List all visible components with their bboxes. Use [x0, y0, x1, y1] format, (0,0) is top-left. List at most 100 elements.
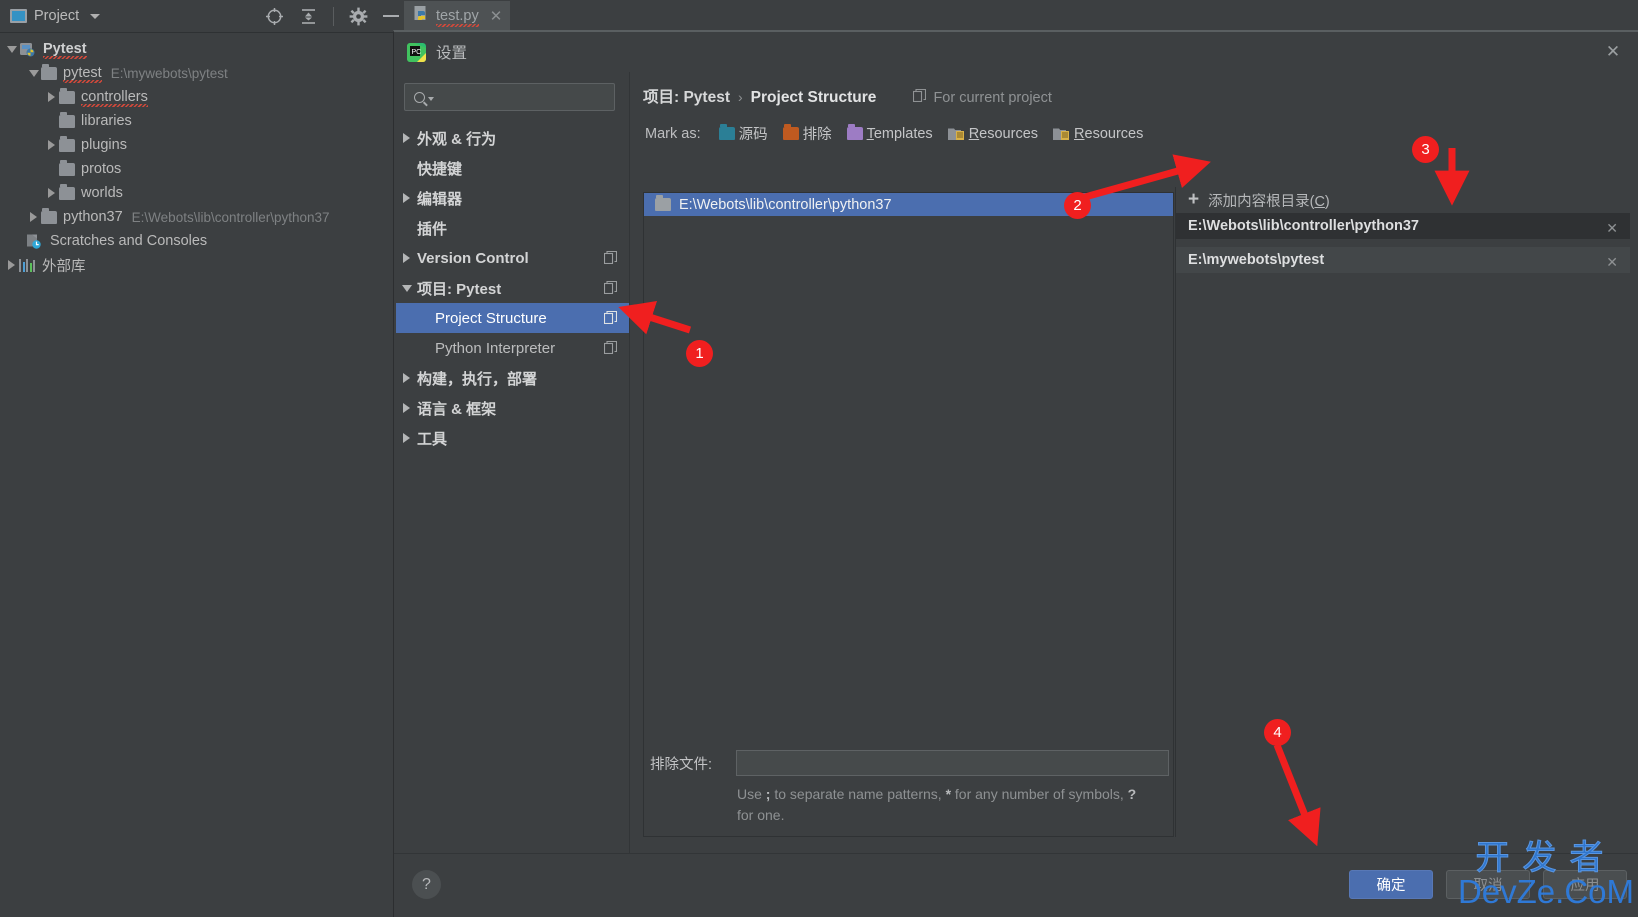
nav-item-label: 工具: [417, 430, 448, 448]
chevron-right-icon[interactable]: [396, 373, 417, 383]
external-libraries-icon: [19, 258, 35, 272]
chevron-right-icon[interactable]: [396, 193, 417, 203]
tree-row-worlds[interactable]: worlds: [0, 181, 393, 205]
tree-row-label: protos: [81, 161, 122, 177]
nav-item-project-pytest[interactable]: 项目: Pytest: [396, 273, 629, 303]
settings-gear-icon[interactable]: [349, 7, 368, 26]
project-panel-label: Project: [34, 8, 80, 24]
folder-resources-icon: [947, 127, 965, 141]
tree-row-libraries[interactable]: libraries: [0, 109, 393, 133]
chevron-down-icon[interactable]: [26, 69, 41, 77]
tree-row-protos[interactable]: protos: [0, 157, 393, 181]
chevron-right-icon[interactable]: [4, 260, 19, 270]
close-icon[interactable]: ✕: [1606, 220, 1618, 237]
add-content-root-label: 添加内容根目录(C): [1208, 193, 1330, 210]
content-roots-tree-panel[interactable]: E:\Webots\lib\controller\python37 排除文件: …: [643, 192, 1174, 837]
chevron-down-icon[interactable]: [90, 13, 101, 19]
folder-icon: [59, 135, 75, 152]
nav-item-project-structure[interactable]: Project Structure: [396, 303, 629, 333]
tree-row-pytest-folder[interactable]: pytest E:\mywebots\pytest: [0, 61, 393, 85]
annotation-badge-2: 2: [1064, 192, 1091, 219]
chevron-right-icon[interactable]: [396, 403, 417, 413]
mark-as-item-label: Templates: [866, 125, 933, 142]
toolbar-divider: [333, 6, 335, 26]
tree-row-scratches-and-consoles[interactable]: Scratches and Consoles: [0, 229, 393, 253]
breadcrumb-parent[interactable]: 项目: Pytest: [643, 85, 730, 107]
hint-text-1: Use: [737, 786, 766, 802]
settings-nav-list: 外观 & 行为 快捷键 编辑器 插件 Version Control 项目: P…: [396, 123, 629, 453]
mark-as-templates-button[interactable]: Templates: [846, 124, 933, 142]
tree-row-pytest-project[interactable]: Pytest: [0, 37, 393, 61]
project-tree[interactable]: Pytest pytest E:\mywebots\pytest control…: [0, 33, 393, 917]
tree-row-label: libraries: [81, 113, 132, 129]
tree-row-plugins[interactable]: plugins: [0, 133, 393, 157]
add-content-root-button[interactable]: + 添加内容根目录(C): [1176, 187, 1630, 213]
locate-target-icon[interactable]: [265, 7, 284, 26]
folder-icon: [59, 159, 75, 176]
chevron-right-icon[interactable]: [396, 133, 417, 143]
mark-as-item-label: Resources: [968, 125, 1039, 142]
project-panel-icon: [10, 9, 27, 23]
content-root-list-gap: [1176, 239, 1630, 247]
tree-row-external-libraries[interactable]: 外部库: [0, 253, 393, 277]
help-icon[interactable]: ?: [412, 870, 441, 899]
editor-tab-test-py[interactable]: test.py ✕: [404, 1, 511, 32]
mark-as-excluded-button[interactable]: 排除: [782, 123, 832, 144]
mark-as-resources-button[interactable]: Resources: [947, 125, 1039, 142]
minimize-icon[interactable]: [383, 15, 400, 17]
nav-item-plugins[interactable]: 插件: [396, 213, 629, 243]
chevron-down-icon[interactable]: [4, 45, 19, 53]
folder-resources-icon: [1053, 127, 1070, 141]
chevron-right-icon[interactable]: [396, 433, 417, 443]
close-icon[interactable]: ✕: [1605, 43, 1621, 60]
breadcrumb-separator: ›: [738, 89, 743, 105]
nav-item-label: 构建，执行，部署: [417, 370, 538, 388]
tree-row-python37[interactable]: python37 E:\Webots\lib\controller\python…: [0, 205, 393, 229]
nav-item-build-execution-deployment[interactable]: 构建，执行，部署: [396, 363, 629, 393]
project-panel-header[interactable]: Project: [0, 8, 101, 24]
mark-as-source-button[interactable]: 源码: [718, 123, 768, 144]
content-root-list-item-label: E:\mywebots\pytest: [1188, 252, 1325, 268]
close-icon[interactable]: ✕: [490, 7, 503, 25]
chevron-right-icon[interactable]: [44, 188, 59, 198]
python-file-icon: [413, 5, 430, 27]
mark-as-resources-button-2[interactable]: Resources: [1053, 126, 1143, 142]
tree-row-controllers[interactable]: controllers: [0, 85, 393, 109]
collapse-all-icon[interactable]: [299, 7, 318, 26]
settings-search-input[interactable]: [404, 83, 615, 111]
chevron-right-icon[interactable]: [44, 140, 59, 150]
hint-text-2: to separate name patterns,: [770, 786, 946, 802]
nav-item-version-control[interactable]: Version Control: [396, 243, 629, 273]
content-root-list-item-label: E:\Webots\lib\controller\python37: [1188, 218, 1419, 234]
tree-row-label: worlds: [81, 185, 123, 201]
tree-row-label: Pytest: [43, 41, 87, 59]
nav-item-keymap[interactable]: 快捷键: [396, 153, 629, 183]
chevron-down-icon[interactable]: [396, 284, 417, 292]
exclude-files-label: 排除文件:: [650, 756, 713, 773]
ok-button[interactable]: 确定: [1349, 870, 1433, 899]
nav-item-languages-frameworks[interactable]: 语言 & 框架: [396, 393, 629, 423]
tree-row-label: pytest: [63, 65, 102, 83]
content-root-list-item[interactable]: E:\Webots\lib\controller\python37 ✕: [1176, 213, 1630, 239]
nav-item-label: 外观 & 行为: [417, 130, 497, 148]
nav-item-editor[interactable]: 编辑器: [396, 183, 629, 213]
chevron-right-icon[interactable]: [26, 212, 41, 222]
nav-item-appearance-behavior[interactable]: 外观 & 行为: [396, 123, 629, 153]
watermark: 开发者 DevZe.CoM: [1458, 830, 1634, 911]
settings-nav: 外观 & 行为 快捷键 编辑器 插件 Version Control 项目: P…: [396, 72, 630, 853]
folder-icon: [41, 207, 57, 224]
chevron-right-icon[interactable]: [396, 253, 417, 263]
nav-item-python-interpreter[interactable]: Python Interpreter: [396, 333, 629, 363]
tree-row-path: E:\Webots\lib\controller\python37: [131, 209, 330, 225]
tree-row-label: plugins: [81, 137, 127, 153]
exclude-files-input[interactable]: [736, 750, 1169, 776]
folder-icon: [59, 111, 75, 128]
scope-label: For current project: [933, 90, 1052, 106]
nav-item-tools[interactable]: 工具: [396, 423, 629, 453]
content-root-list-item[interactable]: E:\mywebots\pytest ✕: [1176, 247, 1630, 273]
close-icon[interactable]: ✕: [1606, 254, 1618, 271]
content-root-tree-item-selected[interactable]: E:\Webots\lib\controller\python37: [644, 193, 1173, 216]
chevron-right-icon[interactable]: [44, 92, 59, 102]
folder-icon: [655, 195, 671, 211]
chevron-down-icon[interactable]: [428, 97, 434, 101]
